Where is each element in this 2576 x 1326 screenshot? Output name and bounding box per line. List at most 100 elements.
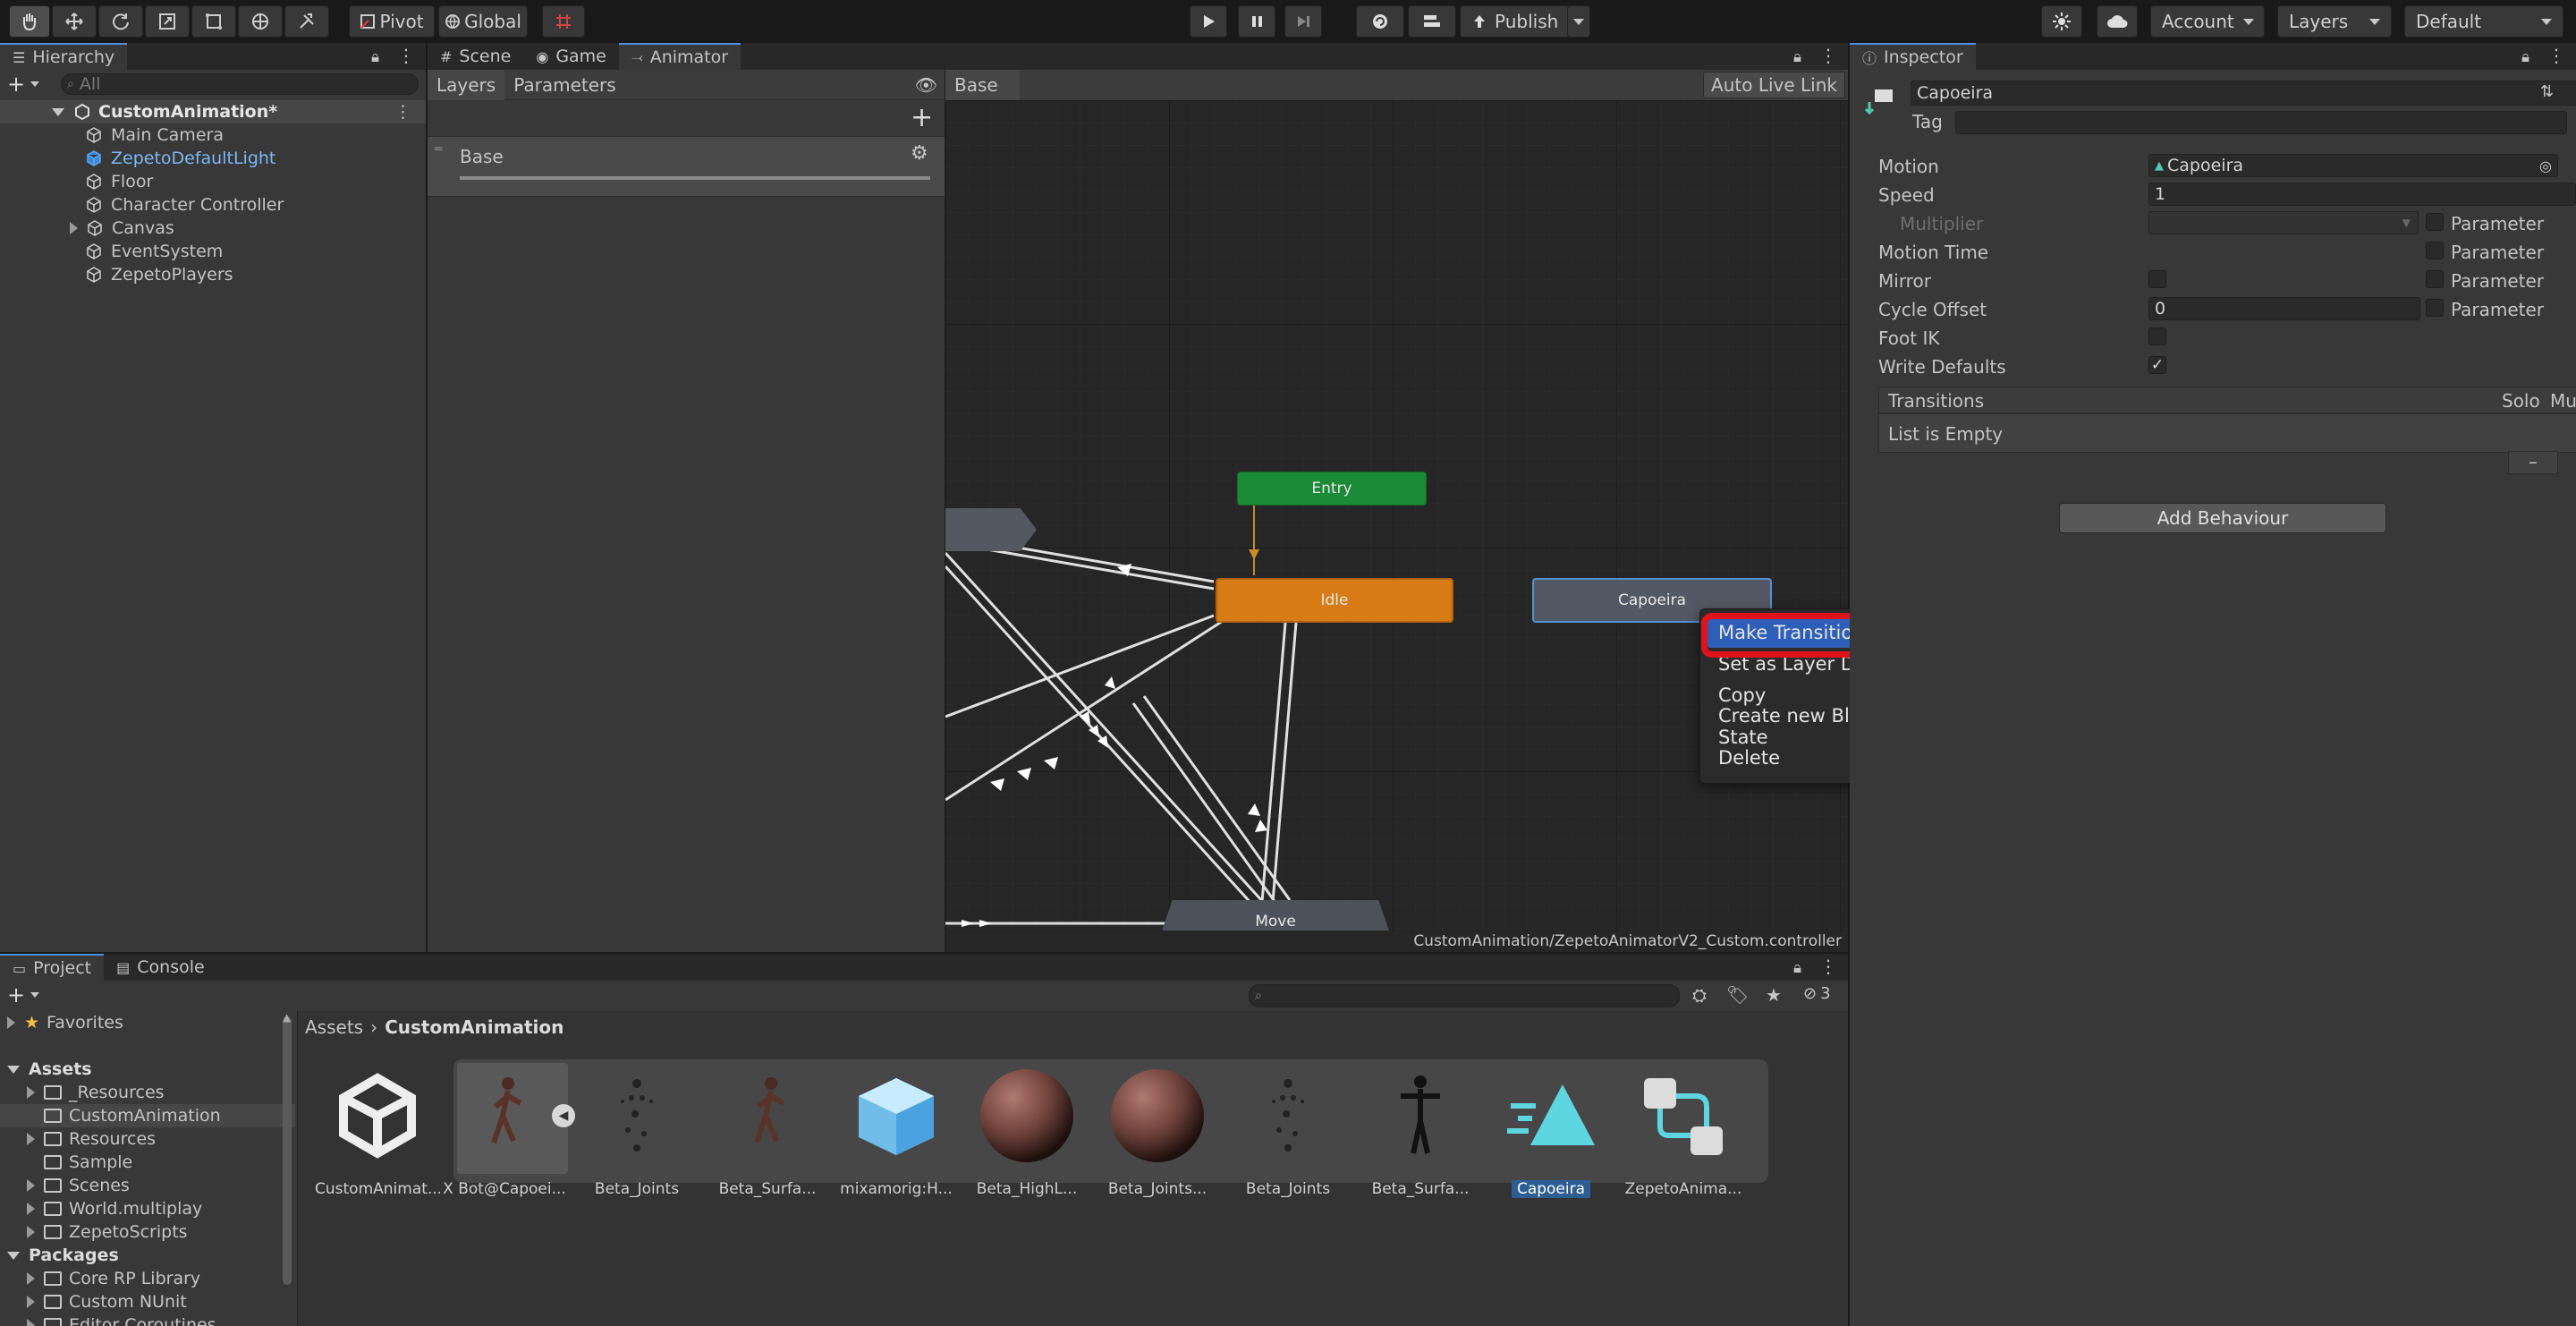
asset-item[interactable]: Capoeira — [1488, 1060, 1614, 1198]
account-dropdown[interactable]: Account — [2150, 5, 2265, 38]
project-search-input[interactable]: ⌕ — [1249, 984, 1680, 1007]
more-menu-icon[interactable]: ⋮ — [2547, 45, 2565, 66]
asset-item[interactable]: X Bot@Capoei... — [442, 1060, 567, 1198]
tree-section[interactable]: ★ Favorites — [0, 1011, 295, 1034]
add-layer-button[interactable]: + — [911, 102, 933, 133]
tag-icon[interactable]: 🏷︎ — [1726, 984, 1749, 1006]
tree-folder[interactable]: World.multiplay — [0, 1197, 295, 1220]
refresh-button[interactable] — [1356, 5, 1404, 38]
tag-field[interactable] — [1955, 111, 2567, 134]
transform-tool-icon[interactable] — [238, 5, 283, 38]
node-idle[interactable]: Idle — [1216, 578, 1453, 623]
filter-type-icon[interactable]: ⛭ — [1692, 984, 1707, 1006]
hierarchy-search-input[interactable]: ⌕ All — [61, 73, 419, 95]
tab-animator[interactable]: ⤙ Animator — [618, 43, 741, 70]
hand-tool-icon[interactable] — [9, 5, 50, 38]
asset-item[interactable]: mixamorig:H... — [834, 1060, 959, 1198]
remove-transition-button[interactable]: – — [2508, 451, 2558, 474]
object-picker-icon[interactable]: ◎ — [2539, 157, 2552, 174]
multiplier-parameter-checkbox[interactable] — [2426, 213, 2444, 231]
publish-button[interactable]: Publish — [1460, 5, 1585, 38]
rect-tool-icon[interactable] — [191, 5, 236, 38]
hidden-packages-toggle[interactable]: ⊘ 3 — [1803, 984, 1831, 1003]
lock-icon[interactable]: 🔒︎ — [371, 48, 379, 66]
animator-graph[interactable]: Base Auto Live Link Entry Idle Capoeira … — [945, 70, 1848, 952]
star-icon[interactable]: ★ — [1766, 984, 1782, 1006]
mirror-parameter-checkbox[interactable] — [2426, 270, 2444, 288]
tree-scrollbar[interactable] — [283, 1016, 292, 1285]
drag-handle-icon[interactable]: ═ — [435, 142, 442, 157]
tree-section[interactable]: Assets — [0, 1058, 295, 1081]
hierarchy-item[interactable]: Canvas — [0, 217, 426, 240]
create-button[interactable]: + — [7, 982, 61, 1007]
tab-scene[interactable]: # Scene — [428, 43, 524, 70]
layout-dropdown[interactable]: Default — [2404, 5, 2563, 38]
more-menu-icon[interactable]: ⋮ — [1819, 956, 1837, 977]
add-behaviour-button[interactable]: Add Behaviour — [2059, 503, 2386, 533]
tree-folder[interactable]: Editor Coroutines — [0, 1313, 295, 1326]
asset-item[interactable]: Beta_Surfa... — [1358, 1060, 1483, 1198]
hierarchy-item[interactable]: Character Controller — [0, 193, 426, 217]
step-button[interactable] — [1284, 5, 1322, 38]
speed-field[interactable]: 1 — [2148, 183, 2576, 206]
hierarchy-item[interactable]: EventSystem — [0, 240, 426, 263]
eye-icon[interactable]: 👁︎ — [915, 74, 937, 96]
lock-icon[interactable]: 🔒︎ — [2521, 48, 2529, 66]
asset-item[interactable]: ZepetoAnima... — [1621, 1060, 1746, 1198]
scroll-up-icon[interactable]: ▲ — [283, 1011, 291, 1024]
tab-console[interactable]: ▤ Console — [104, 954, 217, 981]
move-tool-icon[interactable] — [52, 5, 97, 38]
tree-folder[interactable]: Scenes — [0, 1174, 295, 1197]
motion-field[interactable]: ▲ Capoeira ◎ — [2148, 154, 2558, 177]
cloud-icon[interactable] — [2097, 5, 2138, 38]
tree-folder[interactable]: CustomAnimation — [0, 1104, 295, 1127]
more-menu-icon[interactable]: ⋮ — [394, 102, 411, 122]
write-defaults-checkbox[interactable]: ✓ — [2148, 356, 2166, 374]
lock-icon[interactable]: 🔒︎ — [1793, 959, 1801, 977]
mirror-checkbox[interactable] — [2148, 270, 2166, 288]
gear-icon[interactable]: ⚙ — [911, 142, 928, 165]
grid-snap-icon[interactable] — [542, 5, 585, 38]
asset-item[interactable]: Beta_Joints — [574, 1060, 699, 1198]
hierarchy-item[interactable]: Main Camera — [0, 123, 426, 147]
layers-dropdown[interactable]: Layers — [2277, 5, 2392, 38]
node-any-state[interactable] — [945, 508, 1037, 551]
pivot-toggle[interactable]: Pivot — [349, 5, 435, 38]
motion-time-parameter-checkbox[interactable] — [2426, 242, 2444, 259]
asset-item[interactable]: Beta_Joints — [1225, 1060, 1351, 1198]
parameters-tab[interactable]: Parameters — [504, 70, 624, 100]
lock-icon[interactable]: 🔒︎ — [1793, 48, 1801, 66]
foot-ik-checkbox[interactable] — [2148, 327, 2166, 345]
tab-project[interactable]: ▭ Project — [0, 954, 105, 981]
tab-game[interactable]: ◉ Game — [523, 43, 619, 70]
hierarchy-item[interactable]: ZepetoDefaultLight — [0, 147, 426, 170]
custom-tool-icon[interactable] — [284, 5, 329, 38]
scale-tool-icon[interactable] — [145, 5, 190, 38]
more-menu-icon[interactable]: ⋮ — [397, 45, 415, 66]
rotate-tool-icon[interactable] — [98, 5, 143, 38]
asset-item[interactable]: CustomAnimat... — [315, 1060, 440, 1198]
build-settings-button[interactable] — [1408, 5, 1456, 38]
tab-inspector[interactable]: ⓘ Inspector — [1850, 43, 1976, 70]
tree-folder[interactable]: Sample — [0, 1151, 295, 1174]
layer-item-base[interactable]: ═ Base ⚙ — [428, 136, 945, 197]
tree-folder[interactable]: Custom NUnit — [0, 1290, 295, 1313]
hierarchy-item[interactable]: Floor — [0, 170, 426, 193]
asset-item[interactable]: Beta_Surfa... — [705, 1060, 830, 1198]
breadcrumb-assets[interactable]: Assets — [305, 1016, 363, 1038]
asset-item[interactable]: Beta_Joints... — [1095, 1060, 1220, 1198]
layers-tab[interactable]: Layers — [428, 69, 505, 100]
preset-icon[interactable]: ⇅ — [2540, 82, 2554, 101]
hierarchy-item[interactable]: ZepetoPlayers — [0, 263, 426, 286]
tree-folder[interactable]: Resources — [0, 1127, 295, 1151]
scene-row[interactable]: CustomAnimation* ⋮ — [0, 100, 426, 123]
play-button[interactable] — [1190, 5, 1227, 38]
add-button[interactable]: + — [7, 72, 61, 97]
pause-button[interactable] — [1238, 5, 1275, 38]
cycle-offset-field[interactable]: 0 — [2148, 297, 2420, 320]
breadcrumb-customanimation[interactable]: CustomAnimation — [385, 1016, 564, 1038]
tab-hierarchy[interactable]: ☰ Hierarchy — [0, 43, 128, 70]
cycle-offset-parameter-checkbox[interactable] — [2426, 299, 2444, 317]
tree-section[interactable]: Packages — [0, 1244, 295, 1267]
lighting-icon[interactable] — [2041, 5, 2082, 38]
